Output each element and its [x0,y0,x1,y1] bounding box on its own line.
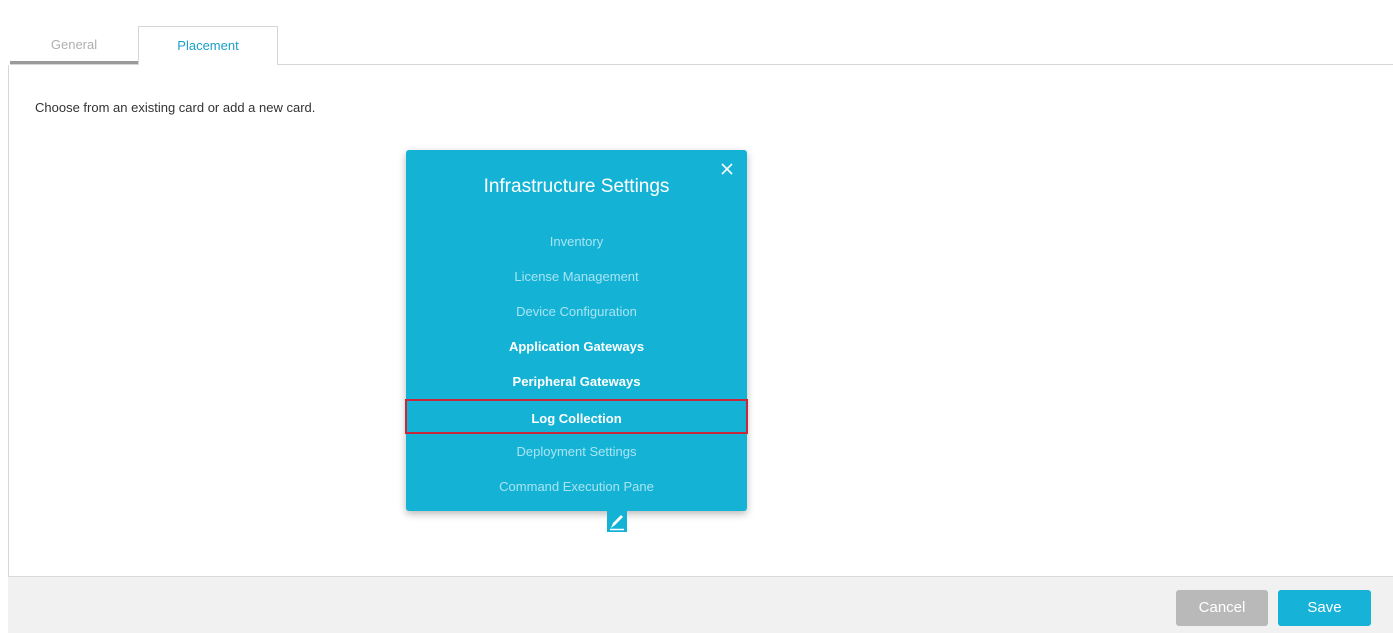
placement-page: General Placement Choose from an existin… [0,0,1393,633]
close-icon[interactable] [719,161,735,177]
card-item-device-configuration[interactable]: Device Configuration [406,294,747,329]
tab-placement[interactable]: Placement [138,26,278,65]
card-item-command-execution-pane[interactable]: Command Execution Pane [406,469,747,504]
card-title: Infrastructure Settings [483,176,670,197]
card-item-license-management[interactable]: License Management [406,259,747,294]
tab-general[interactable]: General [10,26,138,64]
infrastructure-settings-card[interactable]: Infrastructure Settings Inventory Licens… [405,150,748,511]
card-item-inventory[interactable]: Inventory [406,224,747,259]
cancel-button[interactable]: Cancel [1176,590,1268,626]
pencil-icon[interactable] [607,511,627,532]
card-item-peripheral-gateways[interactable]: Peripheral Gateways [406,364,747,399]
save-button[interactable]: Save [1278,590,1371,626]
tab-bar: General Placement [10,26,1393,65]
card-item-application-gateways[interactable]: Application Gateways [406,329,747,364]
instructions-text: Choose from an existing card or add a ne… [35,100,316,115]
card-item-deployment-settings[interactable]: Deployment Settings [406,434,747,469]
card-item-list: Inventory License Management Device Conf… [405,224,748,504]
card-item-log-collection[interactable]: Log Collection [405,399,748,434]
footer-bar: Cancel Save [8,576,1393,633]
